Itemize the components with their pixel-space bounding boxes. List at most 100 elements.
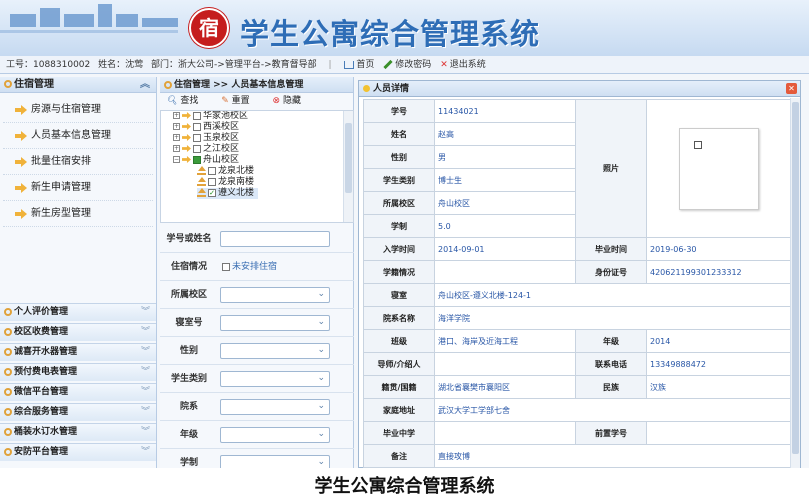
- label-native: 籍贯/国籍: [363, 375, 435, 399]
- student-type-select[interactable]: [220, 371, 330, 387]
- tree-node-label: 龙泉南楼: [218, 177, 255, 187]
- bar-divider: |: [328, 60, 332, 70]
- house-icon: [197, 176, 206, 186]
- gear-icon: [4, 367, 12, 376]
- scroll-thumb[interactable]: [792, 102, 799, 454]
- gender-select[interactable]: [220, 343, 330, 359]
- nav-section-label: 桶装水订水管理: [14, 427, 78, 437]
- tree-node-label: 之江校区: [203, 144, 240, 154]
- gear-icon: [4, 307, 12, 316]
- nav-section-evaluation[interactable]: 个人评价管理 ︾: [0, 303, 156, 321]
- photo-cell: [646, 99, 791, 238]
- tree-checkbox[interactable]: [208, 166, 216, 175]
- expand-toggle-icon[interactable]: −: [173, 156, 180, 163]
- hide-button[interactable]: ⊗ 隐藏: [273, 96, 311, 106]
- field-label: 所属校区: [170, 290, 207, 300]
- detail-scrollbar[interactable]: [790, 98, 800, 468]
- label-idcard: 身份证号: [575, 260, 647, 284]
- grade-select[interactable]: [220, 427, 330, 443]
- tree-checkbox[interactable]: [193, 133, 201, 142]
- tree-checkbox-checked[interactable]: ✓: [208, 188, 216, 197]
- tree-node[interactable]: + 玉泉校区: [173, 133, 239, 144]
- unassigned-checkbox[interactable]: 未安排住宿: [222, 253, 277, 281]
- filter-row: 年级: [160, 421, 354, 449]
- user-id: 工号：1088310002: [6, 60, 91, 70]
- tree-node[interactable]: 龙泉南楼: [197, 176, 255, 188]
- tree-scrollbar[interactable]: [343, 111, 353, 222]
- figure-caption: 学生公寓综合管理系统: [314, 476, 495, 497]
- field-label: 学制: [179, 458, 198, 468]
- nav-section-water-heater[interactable]: 诚喜开水器管理 ︾: [0, 343, 156, 361]
- tree-checkbox[interactable]: [208, 177, 216, 186]
- expand-icon: ︾: [140, 387, 150, 397]
- tree-node-label: 龙泉北楼: [218, 166, 255, 176]
- nav-section-label: 综合服务管理: [14, 407, 69, 417]
- label-status: 学籍情况: [363, 260, 435, 284]
- value-dorm: 舟山校区-遵义北楼-124-1: [434, 283, 791, 307]
- id-or-name-input[interactable]: [220, 231, 330, 247]
- nav-section-wechat[interactable]: 微信平台管理 ︾: [0, 383, 156, 401]
- tree-checkbox[interactable]: [193, 144, 201, 153]
- nav-section-water-order[interactable]: 桶装水订水管理 ︾: [0, 423, 156, 441]
- home-link[interactable]: 首页: [344, 60, 374, 70]
- tree-node-selected[interactable]: ✓ 遵义北楼: [197, 187, 259, 199]
- filter-row: 学生类别: [160, 365, 354, 393]
- value-campus: 舟山校区: [434, 191, 576, 215]
- hide-icon: ⊗: [272, 96, 281, 106]
- nav-item-person-info[interactable]: 人员基本信息管理: [3, 123, 153, 149]
- checkbox-box[interactable]: [222, 262, 230, 271]
- nav-item-new-roomtype[interactable]: 新生房型管理: [3, 201, 153, 227]
- tree-node-label: 玉泉校区: [203, 133, 240, 143]
- room-select[interactable]: [220, 315, 330, 331]
- label-school: 毕业中学: [363, 421, 435, 445]
- tree-node[interactable]: − 舟山校区: [173, 155, 239, 166]
- logout-link[interactable]: ✕ 退出系统: [440, 60, 486, 70]
- tree-node[interactable]: + 西溪校区: [173, 122, 239, 133]
- expand-toggle-icon[interactable]: +: [173, 145, 180, 152]
- arrow-icon: [182, 156, 191, 163]
- label-year: 年级: [575, 329, 647, 353]
- expand-toggle-icon[interactable]: +: [173, 112, 180, 119]
- gear-icon: [4, 327, 12, 336]
- tree-checkbox[interactable]: [193, 155, 201, 164]
- label-enroll: 入学时间: [363, 237, 435, 261]
- logout-label: 退出系统: [449, 60, 486, 70]
- nav-section-fees[interactable]: 校区收费管理 ︾: [0, 323, 156, 341]
- dept-select[interactable]: [220, 399, 330, 415]
- label-address: 家庭地址: [363, 398, 435, 422]
- arrow-icon: [182, 112, 191, 119]
- nav-section-meter[interactable]: 预付费电表管理 ︾: [0, 363, 156, 381]
- nav-section-service[interactable]: 综合服务管理 ︾: [0, 403, 156, 421]
- nav-item-housing[interactable]: 房源与住宿管理: [3, 97, 153, 123]
- tree-checkbox[interactable]: [193, 111, 201, 120]
- filter-row: 所属校区: [160, 281, 354, 309]
- nav-item-new-apply[interactable]: 新生申请管理: [3, 175, 153, 201]
- gear-icon: [164, 80, 172, 89]
- reset-button[interactable]: ✎ 重置: [221, 96, 259, 106]
- filter-row: 性别: [160, 337, 354, 365]
- expand-icon: ︾: [140, 427, 150, 437]
- scroll-thumb[interactable]: [345, 123, 352, 193]
- campus-select[interactable]: [220, 287, 330, 303]
- change-password-link[interactable]: 修改密码: [383, 59, 431, 70]
- nav-header[interactable]: 住宿管理 ︽: [0, 77, 156, 93]
- close-icon[interactable]: ✕: [786, 83, 797, 94]
- expand-toggle-icon[interactable]: +: [173, 123, 180, 130]
- logo-glyph: 宿: [199, 16, 219, 40]
- value-stype: 博士生: [434, 168, 576, 192]
- tree-checkbox[interactable]: [193, 122, 201, 131]
- query-button[interactable]: 🔍︎ 查找: [166, 96, 208, 106]
- system-select[interactable]: [220, 455, 330, 468]
- tree-node[interactable]: + 之江校区: [173, 144, 239, 155]
- label-college: 院系名称: [363, 306, 435, 330]
- tree-node[interactable]: + 华家池校区: [173, 111, 248, 122]
- arrow-icon: [15, 157, 28, 167]
- gear-icon: [4, 80, 12, 88]
- nav-item-batch-arrange[interactable]: 批量住宿安排: [3, 149, 153, 175]
- person-detail-dialog: 人员详情 ✕ 学号 11434021 照片 姓名 赵高 性别男 学生类别 博士生 所属校…: [358, 80, 801, 468]
- expand-toggle-icon[interactable]: +: [173, 134, 180, 141]
- nav-section-security[interactable]: 安防平台管理 ︾: [0, 443, 156, 461]
- detail-table: 学号 11434021 照片 姓名 赵高 性别男 学生类别 博士生 所属校区 舟山校区 …: [363, 99, 791, 468]
- tree-node[interactable]: 龙泉北楼: [197, 165, 255, 177]
- tree-node-label: 舟山校区: [203, 155, 240, 165]
